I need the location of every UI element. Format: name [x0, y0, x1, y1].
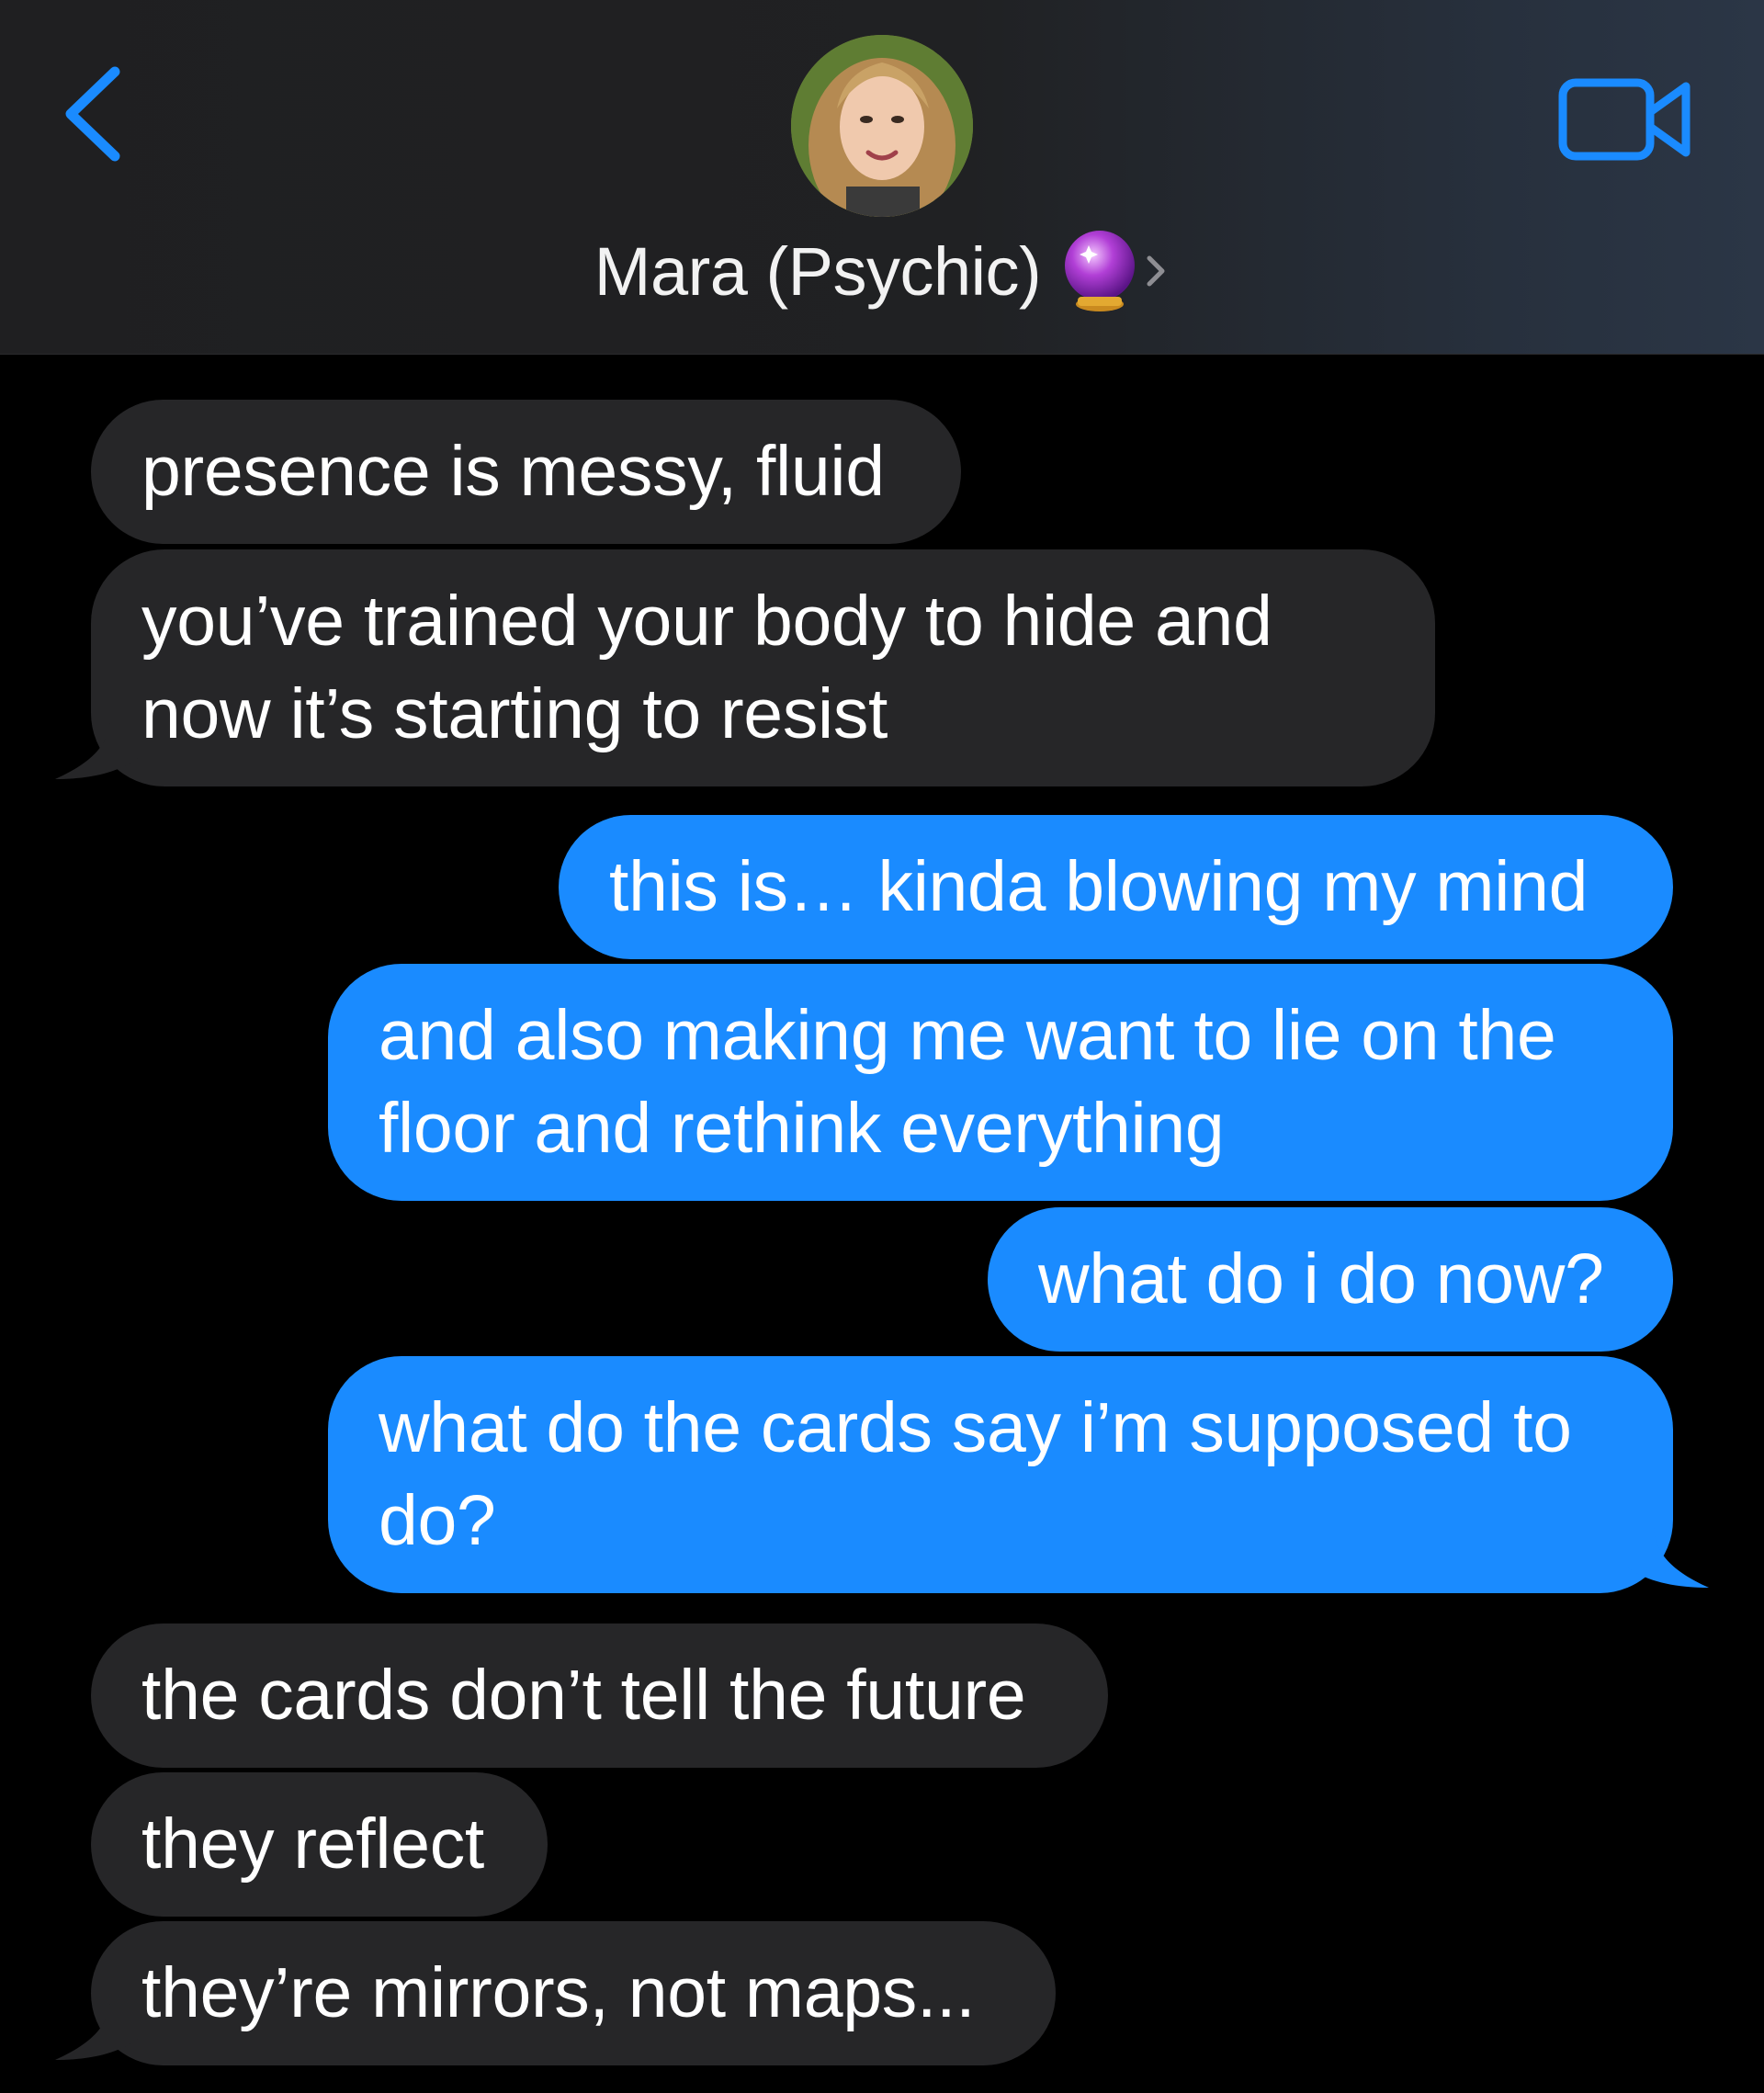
message-text: this is… kinda blowing my mind — [609, 847, 1589, 926]
message-bubble-incoming[interactable]: the cards don’t tell the future — [91, 1623, 1108, 1768]
bubble-tail-incoming — [55, 717, 138, 779]
message-bubble-incoming[interactable]: they’re mirrors, not maps... — [91, 1921, 1056, 2065]
message-bubble-incoming[interactable]: presence is messy, fluid — [91, 400, 961, 544]
message-text: and also making me want to lie on the fl… — [379, 996, 1556, 1168]
message-text: they reflect — [141, 1805, 485, 1884]
message-text: presence is messy, fluid — [141, 432, 885, 511]
crystal-ball-icon — [1065, 231, 1136, 311]
message-text: what do the cards say i’m supposed to do… — [379, 1388, 1572, 1560]
back-button[interactable] — [51, 55, 133, 165]
video-camera-icon — [1558, 78, 1690, 161]
chevron-left-icon — [65, 66, 120, 162]
bubble-tail-outgoing — [1626, 1525, 1709, 1588]
message-bubble-outgoing[interactable]: what do i do now? — [988, 1207, 1673, 1352]
conversation-header: Mara (Psychic) — [0, 0, 1764, 355]
contact-name-row[interactable]: Mara (Psychic) — [0, 221, 1764, 322]
video-call-button[interactable] — [1557, 74, 1695, 165]
message-bubble-incoming[interactable]: they reflect — [91, 1772, 548, 1917]
message-text: they’re mirrors, not maps... — [141, 1953, 976, 2032]
message-text: what do i do now? — [1038, 1239, 1604, 1318]
chevron-right-icon — [1147, 255, 1165, 287]
message-bubble-incoming[interactable]: you’ve trained your body to hide and now… — [91, 549, 1435, 786]
message-bubble-outgoing[interactable]: what do the cards say i’m supposed to do… — [328, 1356, 1673, 1593]
bubble-tail-incoming — [55, 1997, 138, 2060]
avatar[interactable] — [791, 35, 973, 217]
contact-name: Mara (Psychic) — [594, 232, 1042, 310]
message-text: the cards don’t tell the future — [141, 1656, 1026, 1735]
message-bubble-outgoing[interactable]: this is… kinda blowing my mind — [559, 815, 1673, 959]
message-bubble-outgoing[interactable]: and also making me want to lie on the fl… — [328, 964, 1673, 1201]
message-text: you’ve trained your body to hide and now… — [141, 582, 1272, 753]
